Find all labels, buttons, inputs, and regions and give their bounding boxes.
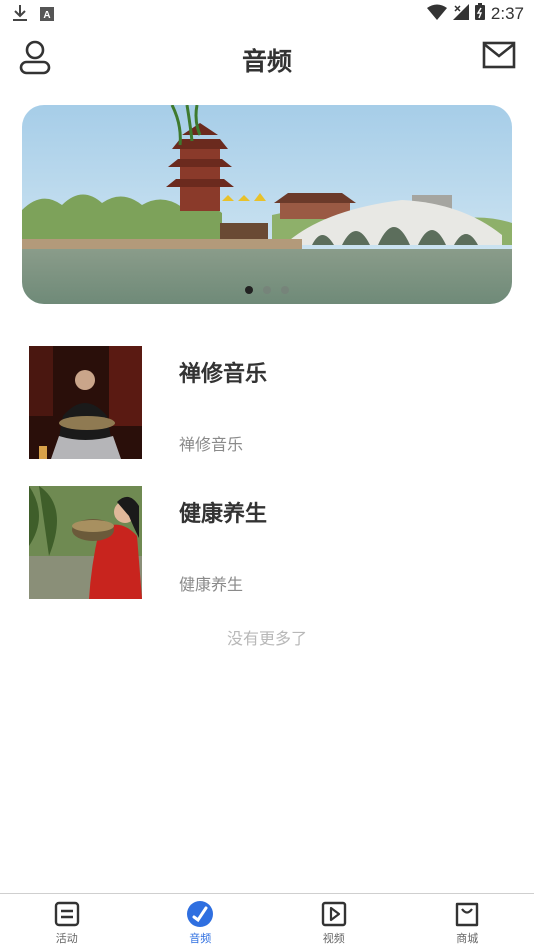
status-time: 2:37 (490, 3, 524, 23)
tab-activities[interactable]: 活动 (0, 894, 134, 950)
audio-category-list: 禅修音乐 禅修音乐 健康养生 健康养生 (0, 330, 534, 610)
carousel-indicator (22, 286, 512, 294)
battery-icon (474, 3, 485, 24)
page-title: 音频 (241, 47, 292, 76)
bottom-tab-bar: 活动 音频 视频 商城 (0, 893, 534, 950)
list-item[interactable]: 禅修音乐 禅修音乐 (0, 330, 534, 470)
tab-audio[interactable]: 音频 (134, 894, 268, 950)
item-subtitle: 禅修音乐 (179, 435, 244, 454)
list-end-text: 没有更多了 (226, 629, 307, 648)
svg-text:A: A (43, 10, 50, 21)
tab-label: 商城 (456, 932, 479, 945)
mail-button[interactable] (482, 40, 516, 70)
item-subtitle: 健康养生 (179, 575, 244, 594)
status-bar: A 2:37 (0, 0, 534, 28)
mail-icon (482, 41, 516, 69)
list-item[interactable]: 健康养生 健康养生 (0, 470, 534, 610)
item-title: 健康养生 (179, 502, 268, 527)
a-box-icon: A (40, 6, 54, 25)
thumbnail-image (29, 486, 142, 599)
tab-label: 音频 (189, 932, 212, 945)
tab-label: 视频 (322, 932, 345, 945)
header: 音频 (0, 28, 534, 88)
play-icon (321, 901, 346, 927)
carousel-dot[interactable] (245, 286, 253, 294)
item-title: 禅修音乐 (179, 362, 268, 387)
list-icon (54, 901, 79, 927)
carousel-dot[interactable] (281, 286, 289, 294)
carousel-dot[interactable] (263, 286, 271, 294)
download-icon (12, 4, 28, 26)
tab-video[interactable]: 视频 (267, 894, 401, 950)
shopping-bag-icon (456, 902, 479, 927)
audio-check-icon (187, 901, 214, 927)
thumbnail-image (29, 346, 142, 459)
wifi-icon (426, 4, 447, 24)
banner-image (22, 105, 512, 304)
tab-shop[interactable]: 商城 (401, 894, 534, 950)
tab-label: 活动 (55, 932, 78, 945)
banner-carousel[interactable] (22, 105, 512, 304)
signal-icon (452, 3, 469, 24)
